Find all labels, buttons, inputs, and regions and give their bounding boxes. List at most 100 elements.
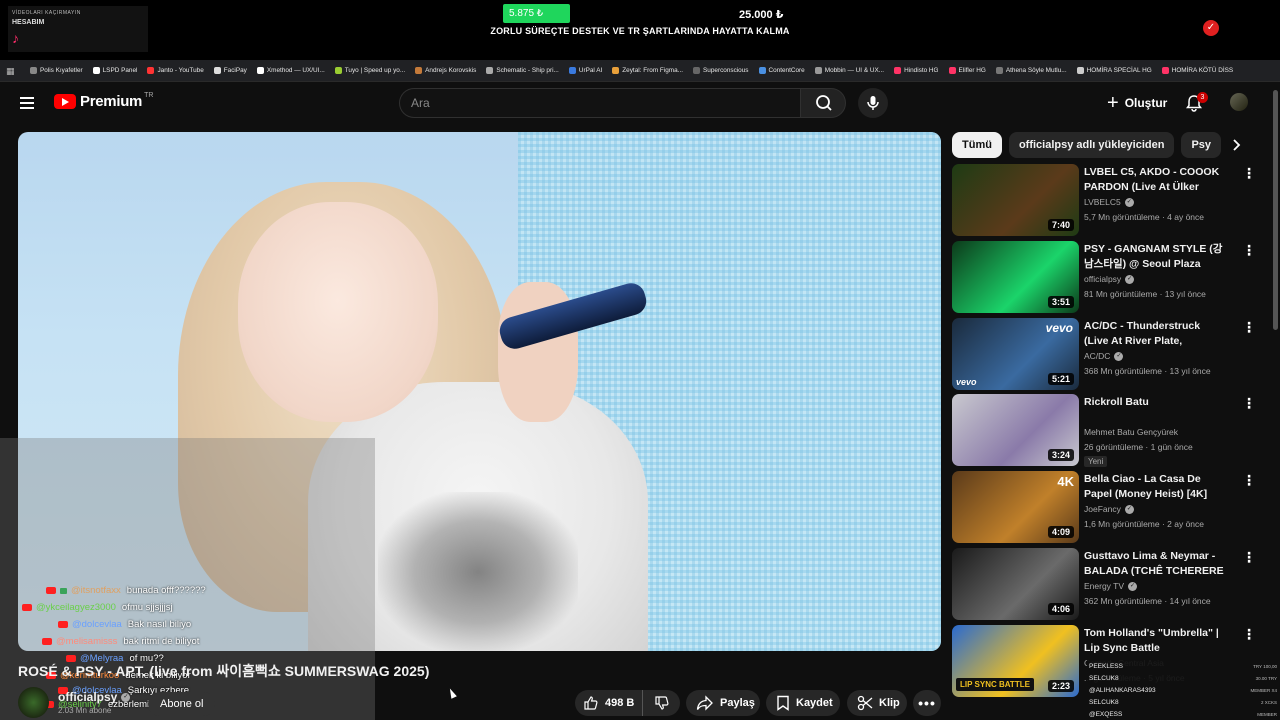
recommended-video-channel[interactable]: officialpsy ✓ — [1084, 274, 1135, 285]
chevron-right-icon — [1233, 139, 1241, 151]
account-avatar[interactable] — [1230, 93, 1248, 111]
recommended-video-channel[interactable]: JoeFancy ✓ — [1084, 504, 1134, 515]
bookmark-label: UrPal AI — [578, 67, 603, 74]
recommended-video[interactable]: 4K 4:09 Bella Ciao - La Casa De Papel (Mon… — [952, 471, 1256, 543]
filter-chip[interactable]: Psy — [1181, 132, 1222, 158]
filter-chip[interactable]: Tümü — [952, 132, 1002, 158]
video-thumbnail[interactable]: 3:24 — [952, 394, 1079, 466]
alert-detail: 30.00 TRY — [1255, 676, 1277, 681]
recommended-video-meta: 368 Mn görüntüleme · 13 yıl önce — [1084, 366, 1211, 376]
lip-sync-battle-logo: LIP SYNC BATTLE — [956, 678, 1034, 691]
more-vertical-icon[interactable]: ⋮ — [1242, 320, 1256, 336]
recommended-video-channel[interactable]: LVBELC5 ✓ — [1084, 197, 1134, 208]
bookmark-item[interactable]: Mobbin — UI & UX... — [814, 67, 884, 74]
video-thumbnail[interactable]: 4:06 — [952, 548, 1079, 620]
more-actions-button[interactable]: ••• — [913, 690, 941, 716]
bookmark-item[interactable]: FaciPay — [213, 67, 247, 74]
more-vertical-icon[interactable]: ⋮ — [1242, 166, 1256, 182]
recommended-video[interactable]: vevo vevo 5:21 AC/DC - Thunderstruck (Live … — [952, 318, 1256, 390]
filter-chip[interactable]: officialpsy adlı yükleyiciden — [1008, 132, 1175, 158]
recommended-video-title[interactable]: Bella Ciao - La Casa De Papel (Money Hei… — [1084, 472, 1224, 501]
recommended-video[interactable]: 4:06 Gusttavo Lima & Neymar - BALADA (TCH… — [952, 548, 1256, 620]
channel-avatar[interactable] — [18, 687, 49, 718]
recommended-video-title[interactable]: Rickroll Batu — [1084, 395, 1224, 410]
recommended-video-channel[interactable]: AC/DC ✓ — [1084, 351, 1124, 362]
bookmark-item[interactable]: Janto - YouTube — [147, 67, 204, 74]
clip-button[interactable]: Klip — [847, 690, 907, 716]
bookmark-favicon-icon — [256, 67, 264, 74]
more-vertical-icon[interactable]: ⋮ — [1242, 396, 1256, 412]
chat-username: @itsnotfaxx — [71, 585, 121, 596]
video-thumbnail[interactable]: LIP SYNC BATTLE 2:23 — [952, 625, 1079, 697]
bookmark-item[interactable]: Elifler HG — [948, 67, 986, 74]
subscribe-button[interactable]: Abone ol — [148, 692, 216, 716]
recommended-video-title[interactable]: Tom Holland's "Umbrella" | Lip Sync Batt… — [1084, 626, 1224, 655]
chat-text: ofmu sjjsjjjsj — [121, 602, 173, 613]
bookmark-item[interactable]: ContentCore — [758, 67, 805, 74]
recommended-video-channel[interactable]: Energy TV ✓ — [1084, 581, 1138, 592]
channel-name[interactable]: officialpsy ✓ — [58, 690, 131, 704]
recommended-video-title[interactable]: Gusttavo Lima & Neymar - BALADA (TCHÊ TC… — [1084, 549, 1224, 578]
scissors-icon — [857, 695, 873, 711]
recommended-video[interactable]: 7:40 LVBEL C5, AKDO - COOOK PARDON (Live … — [952, 164, 1256, 236]
channel-name-text: Energy TV — [1084, 581, 1125, 591]
bookmark-favicon-icon — [213, 67, 221, 74]
video-thumbnail[interactable]: 3:51 — [952, 241, 1079, 313]
youtube-premium-logo[interactable]: Premium TR — [54, 92, 153, 110]
chips-next-button[interactable] — [1228, 137, 1244, 153]
member-badge-icon — [60, 587, 67, 594]
apps-grid-icon[interactable]: ▦ — [6, 66, 16, 76]
bookmark-favicon-icon — [30, 67, 37, 74]
verified-icon: ✓ — [1128, 582, 1138, 592]
bookmark-favicon-icon — [693, 67, 701, 74]
recommended-video-channel[interactable]: Mehmet Batu Gençyürek — [1084, 427, 1178, 437]
share-button[interactable]: Paylaş — [686, 690, 760, 716]
recommended-video-title[interactable]: PSY - GANGNAM STYLE (강남스타일) @ Seoul Plaz… — [1084, 242, 1224, 271]
more-vertical-icon[interactable]: ⋮ — [1242, 627, 1256, 643]
more-vertical-icon[interactable]: ⋮ — [1242, 550, 1256, 566]
recommended-video-title[interactable]: LVBEL C5, AKDO - COOOK PARDON (Live At Ü… — [1084, 165, 1224, 194]
video-thumbnail[interactable]: vevo vevo 5:21 — [952, 318, 1079, 390]
stream-overlay-top: VİDEOLARI KAÇIRMAYIN HESABIM ♪ 5.875 ₺ 2… — [0, 0, 1280, 60]
bookmark-item[interactable]: Athena Söyle Mutlu... — [995, 67, 1067, 74]
bookmark-item[interactable]: UrPal AI — [568, 67, 603, 74]
page-scrollbar[interactable] — [1273, 90, 1278, 330]
video-thumbnail[interactable]: 4K 4:09 — [952, 471, 1079, 543]
recommended-video[interactable]: 3:51 PSY - GANGNAM STYLE (강남스타일) @ Seoul … — [952, 241, 1256, 313]
duration-badge: 5:21 — [1047, 373, 1074, 385]
bookmark-item[interactable]: HOMİRA KÖTÜ DİSS — [1161, 67, 1233, 74]
hamburger-menu-icon[interactable] — [20, 97, 34, 109]
duration-badge: 4:06 — [1047, 603, 1074, 615]
bookmark-item[interactable]: Polis Kıyafetler — [30, 67, 83, 74]
bookmark-item[interactable]: Zeytal: From Figma... — [612, 67, 683, 74]
bookmark-item[interactable]: Tuyo | Speed up yo... — [334, 67, 406, 74]
like-button[interactable]: 498 B — [575, 690, 643, 716]
create-button[interactable]: + Oluştur — [1101, 88, 1173, 118]
bookmark-item[interactable]: Hindisto HG — [894, 67, 939, 74]
bookmark-label: Tuyo | Speed up yo... — [344, 67, 406, 74]
bookmark-favicon-icon — [147, 67, 155, 74]
bookmark-favicon-icon — [334, 67, 342, 74]
bookmark-item[interactable]: Schematic - Ship pri... — [486, 67, 559, 74]
dislike-button[interactable] — [643, 690, 680, 716]
bookmark-item[interactable]: Superconscious — [693, 67, 749, 74]
verified-icon: ✓ — [121, 693, 131, 703]
like-dislike-group: 498 B — [575, 690, 680, 716]
duration-badge: 4:09 — [1047, 526, 1074, 538]
recommended-video-title[interactable]: AC/DC - Thunderstruck (Live At River Pla… — [1084, 319, 1224, 348]
more-vertical-icon[interactable]: ⋮ — [1242, 243, 1256, 259]
bookmark-item[interactable]: Andrejs Korovskis — [415, 67, 476, 74]
bookmark-item[interactable]: Xmethod — UX/UI... — [256, 67, 325, 74]
search-button[interactable] — [800, 88, 846, 118]
more-vertical-icon[interactable]: ⋮ — [1242, 473, 1256, 489]
share-icon — [696, 695, 713, 711]
alert-detail: MEMBER — [1257, 712, 1277, 717]
video-thumbnail[interactable]: 7:40 — [952, 164, 1079, 236]
bookmark-item[interactable]: LSPD Panel — [92, 67, 137, 74]
search-input[interactable] — [400, 89, 780, 117]
voice-search-button[interactable] — [858, 88, 888, 118]
create-label: Oluştur — [1124, 96, 1168, 110]
save-button[interactable]: Kaydet — [766, 690, 840, 716]
bookmark-item[interactable]: HOMİRA SPECİAL HG — [1076, 67, 1152, 74]
recommended-video[interactable]: 3:24 Rickroll Batu Mehmet Batu Gençyürek 26… — [952, 394, 1256, 467]
